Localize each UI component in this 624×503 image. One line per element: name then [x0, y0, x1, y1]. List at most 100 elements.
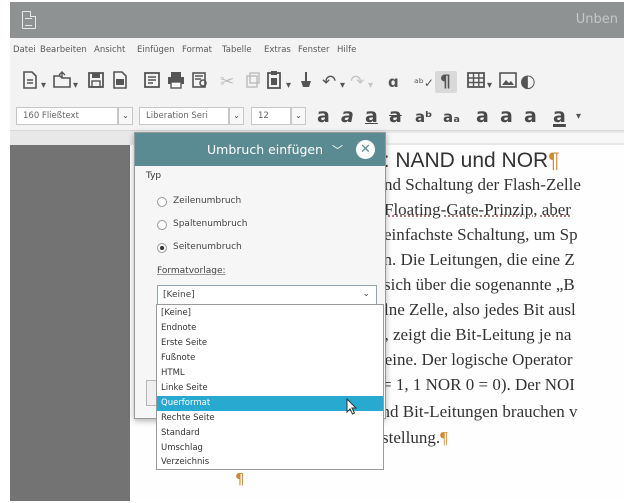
dropdown-arrow-icon[interactable]: ▾ [368, 76, 373, 96]
insert-table-icon[interactable] [466, 70, 486, 90]
dialog-minimize-icon[interactable]: ﹀ [332, 142, 343, 158]
font-name-dropdown-icon[interactable]: ⌄ [229, 107, 244, 125]
redo-icon[interactable]: ↷ [350, 72, 364, 92]
export-pdf-icon[interactable] [110, 70, 130, 90]
outline-button[interactable]: a [500, 105, 513, 127]
dialog-close-icon[interactable]: ✕ [356, 140, 375, 159]
superscript-button[interactable]: aᵇ [415, 108, 432, 126]
list-option[interactable]: Fußnote [157, 351, 383, 366]
document-line: en. Die Leitungen, die eine Z [376, 250, 575, 269]
document-app-icon [22, 11, 36, 29]
list-option[interactable]: Endnote [157, 321, 383, 336]
radio-column-break[interactable] [157, 220, 167, 230]
list-option[interactable]: Verzeichnis [157, 455, 383, 470]
document-line: nd Schaltung der Flash-Zelle [384, 175, 581, 194]
menu-hilfe[interactable]: Hilfe [337, 45, 356, 55]
chevron-down-icon: ⌄ [362, 289, 370, 299]
cut-icon[interactable]: ✂ [220, 72, 234, 92]
mouse-pointer-icon [346, 398, 358, 415]
font-size-combo[interactable]: 12 [251, 107, 291, 125]
document-heading: n: NAND und NOR¶ [372, 149, 560, 173]
pilcrow-mark: ¶ [548, 149, 560, 172]
list-option[interactable]: Erste Seite [157, 336, 383, 351]
underline-button[interactable]: a [365, 105, 378, 127]
dropdown-arrow-icon[interactable]: ▾ [286, 76, 291, 96]
clone-formatting-icon[interactable] [296, 70, 316, 90]
page-style-dropdown-list: [Keine] Endnote Erste Seite Fußnote HTML… [156, 304, 384, 470]
pilcrow-mark: ¶ [440, 428, 448, 447]
document-line-text: stellung. [382, 428, 441, 447]
strikethrough-button[interactable]: a [389, 105, 402, 127]
page-style-select[interactable]: [Keine] ⌄ [157, 285, 377, 305]
title-bar: Unben [10, 2, 624, 38]
empty-paragraph-pilcrow: ¶ [235, 470, 245, 488]
document-line: lne Zelle, also jedes Bit ausl [384, 300, 576, 319]
font-name-combo[interactable]: Liberation Seri [139, 107, 229, 125]
open-folder-icon[interactable] [52, 70, 72, 90]
shadow-button[interactable]: a [476, 105, 489, 127]
menu-tabelle[interactable]: Tabelle [222, 45, 252, 55]
font-size-dropdown-icon[interactable]: ⌄ [291, 107, 306, 125]
document-line: Floating-Gate-Prinzip, aber [384, 200, 571, 219]
dropdown-arrow-icon[interactable]: ▾ [340, 76, 345, 96]
menu-bearbeiten[interactable]: Bearbeiten [40, 45, 87, 55]
document-line: = 1, 1 NOR 0 = 0). Der NOI [382, 375, 575, 394]
undo-icon[interactable]: ↶ [322, 72, 336, 92]
list-option[interactable]: Standard [157, 426, 383, 441]
subscript-button[interactable]: aₐ [443, 108, 460, 126]
type-section-label: Typ [146, 171, 162, 181]
menu-format[interactable]: Format [182, 45, 212, 55]
page-style-label: Formatvorlage: [157, 266, 226, 276]
writer-window: Unben Datei Bearbeiten Ansicht Einfügen … [10, 2, 624, 501]
radio-page-break[interactable] [157, 243, 167, 253]
insert-image-icon[interactable] [498, 70, 518, 90]
page-style-selected-value: [Keine] [163, 290, 195, 300]
dropdown-arrow-icon[interactable]: ▾ [487, 76, 492, 96]
print-icon[interactable] [166, 70, 186, 90]
dropdown-arrow-icon[interactable]: ▾ [73, 76, 78, 96]
menu-datei[interactable]: Datei [13, 45, 36, 55]
menu-bar: Datei Bearbeiten Ansicht Einfügen Format… [10, 38, 624, 62]
menu-ansicht[interactable]: Ansicht [94, 45, 125, 55]
dialog-title: Umbruch einfügen [207, 142, 324, 157]
dialog-title-bar[interactable]: Umbruch einfügen ﹀ ✕ [135, 133, 385, 166]
insert-chart-icon[interactable]: ◐ [520, 72, 536, 92]
menu-fenster[interactable]: Fenster [298, 45, 330, 55]
find-replace-icon[interactable]: ɑ [388, 72, 399, 92]
formatting-toolbar: 160 Fließtext ⌄ Liberation Seri ⌄ 12 ⌄ a… [10, 100, 624, 131]
radio-column-break-label[interactable]: Spaltenumbruch [173, 219, 247, 229]
dropdown-arrow-icon[interactable]: ▾ [41, 76, 46, 96]
dropdown-arrow-icon[interactable]: ▾ [576, 107, 581, 127]
paragraph-style-dropdown-icon[interactable]: ⌄ [118, 107, 133, 125]
radio-line-break-label[interactable]: Zeilenumbruch [173, 196, 241, 206]
menu-extras[interactable]: Extras [264, 45, 291, 55]
clear-formatting-button[interactable]: a [524, 105, 537, 127]
save-icon[interactable] [86, 70, 106, 90]
document-line: teine. Der logische Operator [380, 350, 573, 369]
document-line: einfachste Schaltung, um Sp [384, 225, 578, 244]
list-option[interactable]: [Keine] [157, 306, 383, 321]
formatting-marks-icon[interactable]: ¶ [440, 72, 451, 92]
new-document-icon[interactable] [20, 70, 40, 90]
spellcheck-icon[interactable]: ᵃᵇ✓ [414, 73, 434, 93]
radio-page-break-label[interactable]: Seitenumbruch [173, 242, 242, 252]
font-color-button[interactable]: a [553, 105, 566, 127]
list-option[interactable]: HTML [157, 366, 383, 381]
menu-einfuegen[interactable]: Einfügen [137, 45, 175, 55]
bold-button[interactable]: a [317, 105, 330, 127]
print-preview-icon[interactable] [190, 70, 210, 90]
copy-icon[interactable] [242, 70, 262, 90]
heading-text: n: NAND und NOR [372, 149, 549, 172]
italic-button[interactable]: a [341, 105, 354, 127]
list-option[interactable]: Umschlag [157, 441, 383, 456]
document-line-last: stellung.¶ [382, 428, 448, 448]
radio-line-break[interactable] [157, 197, 167, 207]
document-line: and Bit-Leitungen brauchen v [374, 402, 578, 421]
list-option[interactable]: Linke Seite [157, 381, 383, 396]
paragraph-style-combo[interactable]: 160 Fließtext [16, 107, 118, 125]
document-line: n, zeigt die Bit-Leitung je na [376, 325, 572, 344]
window-title: Unben [575, 12, 618, 27]
standard-toolbar: ▾ ▾ ✂ ▾ ↶ ▾ ↷ ▾ ɑ ᵃᵇ✓ ¶ ▾ ◐ [10, 62, 624, 100]
export-pdf-direct-icon[interactable] [142, 70, 162, 90]
paste-icon[interactable] [264, 70, 284, 90]
